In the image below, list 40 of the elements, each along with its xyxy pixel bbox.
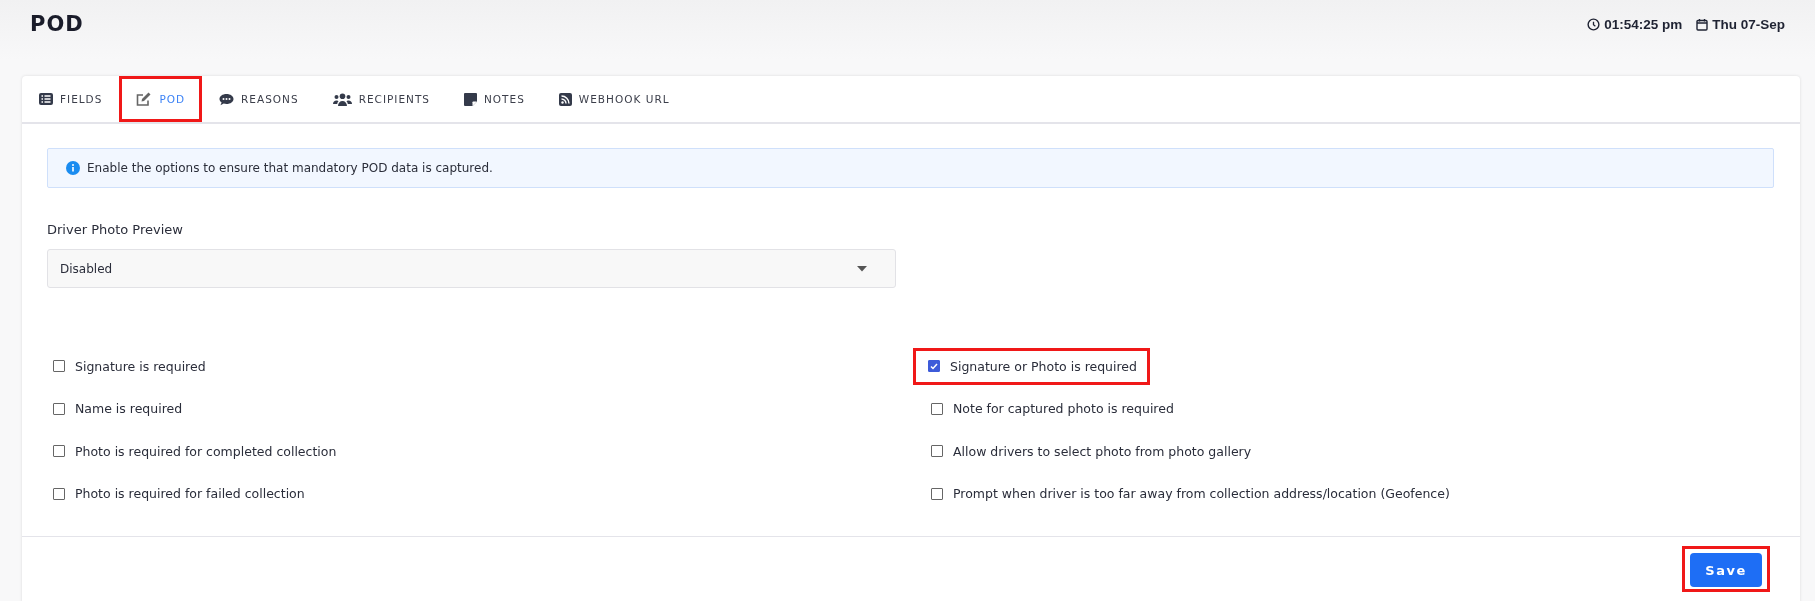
checkbox-option[interactable]: Photo is required for failed collection — [50, 475, 318, 513]
info-text: Enable the options to ensure that mandatory POD data is captured. — [87, 161, 493, 175]
note-icon — [464, 92, 477, 106]
speech-bubble-icon — [219, 92, 235, 106]
checkbox-option[interactable]: Allow drivers to select photo from photo gallery — [928, 432, 1265, 470]
checkbox-option[interactable]: Prompt when driver is too far away from collection address/location (Geofence) — [928, 475, 1463, 513]
page-title: POD — [30, 12, 84, 36]
checkbox[interactable] — [931, 487, 943, 500]
checkbox-option[interactable]: Signature or Photo is required — [913, 347, 1150, 385]
checkbox[interactable] — [53, 402, 65, 415]
checkbox-option[interactable]: Photo is required for completed collection — [50, 432, 350, 470]
checkbox-option[interactable]: Signature is required — [50, 347, 219, 385]
dropdown-field[interactable]: Disabled — [47, 249, 896, 288]
tab[interactable]: WEBHOOK URL — [541, 76, 687, 122]
checkbox[interactable] — [931, 445, 943, 458]
clock-icon — [1587, 17, 1601, 31]
tab[interactable]: POD — [119, 76, 203, 122]
edit-icon — [136, 91, 153, 107]
tab[interactable]: RECIPIENTS — [315, 76, 447, 122]
tab[interactable]: NOTES — [447, 76, 542, 122]
checkbox[interactable] — [53, 487, 65, 500]
users-icon — [332, 92, 352, 106]
checkbox-option[interactable]: Name is required — [50, 390, 196, 428]
tab[interactable]: FIELDS — [22, 76, 120, 122]
date-text: Thu 07-Sep — [1712, 16, 1785, 32]
calendar-icon — [1696, 17, 1709, 31]
checkbox[interactable] — [931, 402, 943, 415]
caret-icon — [857, 265, 867, 272]
check-icon — [930, 362, 938, 370]
info-icon — [66, 161, 80, 175]
checkbox-option[interactable]: Note for captured photo is required — [928, 390, 1187, 428]
rss-icon — [558, 92, 572, 106]
field-label: Driver Photo Preview — [47, 222, 184, 237]
list-icon — [39, 93, 53, 105]
tab[interactable]: REASONS — [202, 76, 316, 122]
time-text: 01:54:25 pm — [1604, 16, 1683, 32]
save-button[interactable]: Save — [1690, 553, 1762, 587]
checkbox[interactable] — [53, 360, 65, 373]
checkbox[interactable] — [53, 445, 65, 458]
checkbox[interactable] — [928, 360, 940, 373]
